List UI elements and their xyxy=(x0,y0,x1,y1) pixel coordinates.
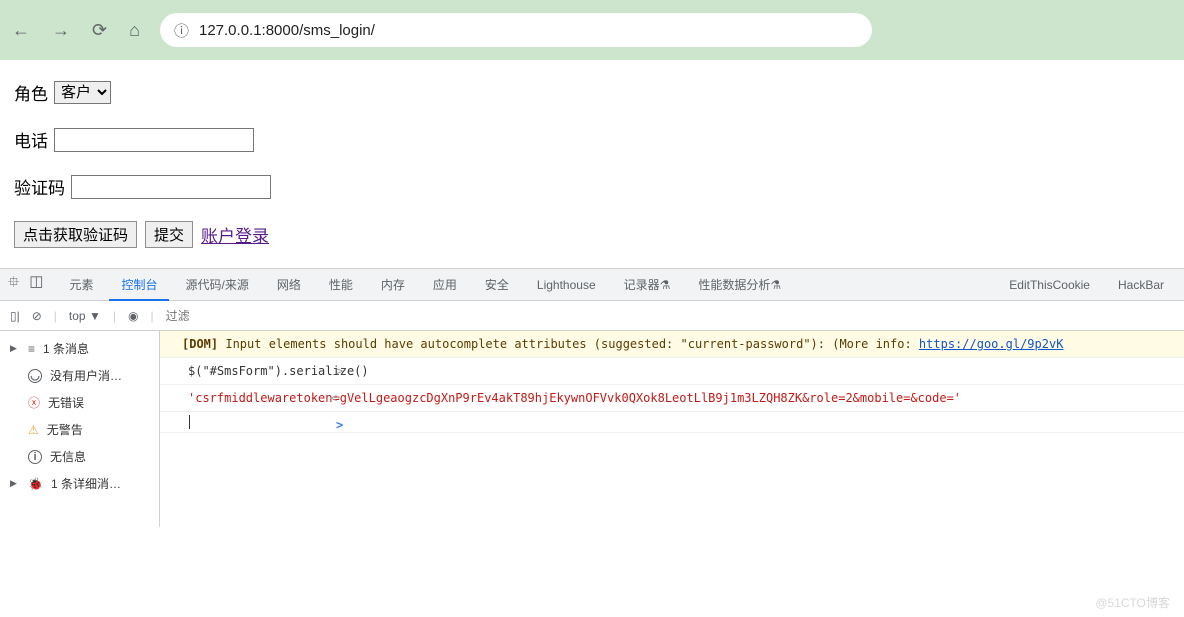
sidebar-errors[interactable]: ⓧ无错误 xyxy=(0,389,159,416)
tab-hackbar[interactable]: HackBar xyxy=(1106,269,1176,301)
phone-label: 电话 xyxy=(14,127,48,152)
tab-recorder[interactable]: 记录器 ⚗ xyxy=(612,269,683,301)
phone-input[interactable] xyxy=(54,128,254,152)
watermark: @51CTO博客 xyxy=(1095,594,1170,611)
account-login-link[interactable]: 账户登录 xyxy=(201,222,269,247)
console-output: [DOM] Input elements should have autocom… xyxy=(160,331,1184,527)
tab-perfanalysis[interactable]: 性能数据分析 ⚗ xyxy=(686,269,793,301)
console-input-line: $("#SmsForm").serialize() xyxy=(160,358,1184,385)
sidebar-verbose[interactable]: ▶🐞1 条详细消… xyxy=(0,470,159,497)
console-sidebar: ▶≡1 条消息 ◡没有用户消… ⓧ无错误 ⚠无警告 i无信息 ▶🐞1 条详细消… xyxy=(0,331,160,527)
console-prompt[interactable] xyxy=(160,412,1184,433)
code-label: 验证码 xyxy=(14,174,65,199)
url-text: 127.0.0.1:8000/sms_login/ xyxy=(199,22,375,39)
browser-chrome: ← → ⟳ ⌂ ⓘ 127.0.0.1:8000/sms_login/ xyxy=(0,0,1184,60)
tab-editthiscookie[interactable]: EditThisCookie xyxy=(997,269,1102,301)
sidebar-toggle-icon[interactable]: ▯| xyxy=(10,309,20,323)
tab-application[interactable]: 应用 xyxy=(421,269,469,301)
tab-memory[interactable]: 内存 xyxy=(369,269,417,301)
context-selector[interactable]: top ▼ xyxy=(69,309,101,323)
home-icon[interactable]: ⌂ xyxy=(129,20,140,41)
clear-console-icon[interactable]: ⊘ xyxy=(32,309,42,323)
role-select[interactable]: 客户 xyxy=(54,81,111,104)
tab-elements[interactable]: 元素 xyxy=(57,269,105,301)
devtools-tabs: ⯐ ◫ 元素 控制台 源代码/来源 网络 性能 内存 应用 安全 Lightho… xyxy=(0,269,1184,301)
inspect-icon[interactable]: ⯐ xyxy=(8,272,19,297)
forward-icon[interactable]: → xyxy=(52,20,70,41)
device-icon[interactable]: ◫ xyxy=(29,272,43,297)
console-toolbar: ▯| ⊘ | top ▼ | ◉ | xyxy=(0,301,1184,331)
tab-performance[interactable]: 性能 xyxy=(317,269,365,301)
site-info-icon[interactable]: ⓘ xyxy=(174,20,189,41)
live-expression-icon[interactable]: ◉ xyxy=(128,309,138,323)
filter-input[interactable] xyxy=(166,309,286,323)
get-code-button[interactable]: 点击获取验证码 xyxy=(14,221,137,248)
reload-icon[interactable]: ⟳ xyxy=(92,20,107,41)
tab-console[interactable]: 控制台 xyxy=(109,269,169,301)
address-bar[interactable]: ⓘ 127.0.0.1:8000/sms_login/ xyxy=(160,13,872,47)
tab-sources[interactable]: 源代码/来源 xyxy=(173,269,260,301)
tab-network[interactable]: 网络 xyxy=(265,269,313,301)
page-content: 角色 客户 电话 验证码 点击获取验证码 提交 账户登录 xyxy=(0,60,1184,268)
sidebar-info[interactable]: i无信息 xyxy=(0,443,159,470)
role-label: 角色 xyxy=(14,80,48,105)
nav-icons: ← → ⟳ ⌂ xyxy=(12,20,140,41)
devtools: ⯐ ◫ 元素 控制台 源代码/来源 网络 性能 内存 应用 安全 Lightho… xyxy=(0,268,1184,527)
sidebar-messages[interactable]: ▶≡1 条消息 xyxy=(0,335,159,362)
warning-more-info-link[interactable]: https://goo.gl/9p2vK xyxy=(919,337,1064,351)
console-warning-line: [DOM] Input elements should have autocom… xyxy=(160,331,1184,358)
back-icon[interactable]: ← xyxy=(12,20,30,41)
code-input[interactable] xyxy=(71,175,271,199)
submit-button[interactable]: 提交 xyxy=(145,221,193,248)
tab-lighthouse[interactable]: Lighthouse xyxy=(525,269,608,301)
console-output-line: 'csrfmiddlewaretoken=gVelLgeaogzcDgXnP9r… xyxy=(160,385,1184,412)
tab-security[interactable]: 安全 xyxy=(473,269,521,301)
sidebar-user-messages[interactable]: ◡没有用户消… xyxy=(0,362,159,389)
sidebar-warnings[interactable]: ⚠无警告 xyxy=(0,416,159,443)
